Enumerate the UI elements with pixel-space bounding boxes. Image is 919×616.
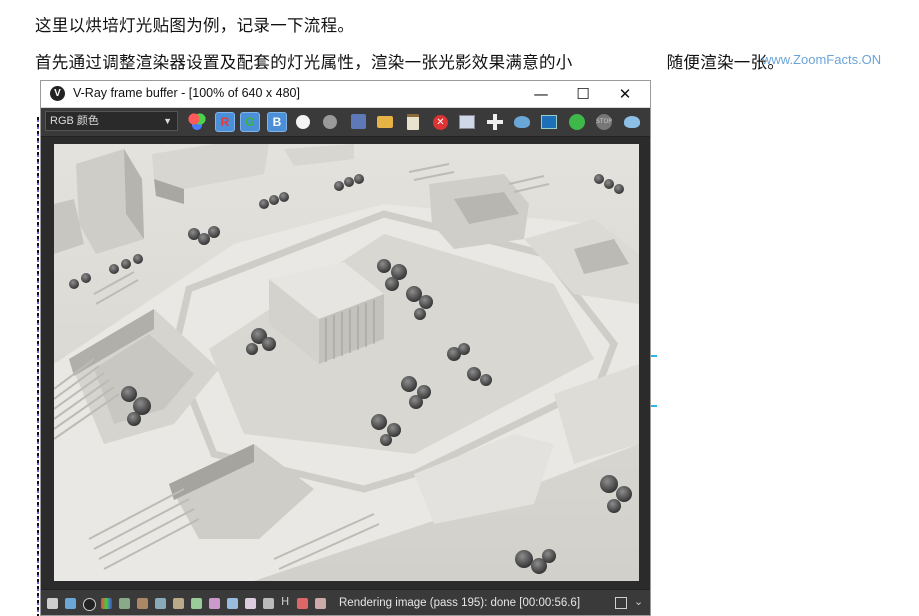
lut-icon[interactable] xyxy=(209,598,220,609)
rendered-architecture-image xyxy=(54,144,639,581)
compare-icon[interactable] xyxy=(263,598,274,609)
save-image-icon[interactable] xyxy=(351,114,366,129)
histogram-h-icon[interactable]: H xyxy=(281,595,292,608)
window-toggle-icon[interactable] xyxy=(615,597,627,609)
clear-image-icon[interactable]: ✕ xyxy=(433,115,448,130)
history-icon[interactable] xyxy=(47,598,58,609)
stop-render-icon[interactable]: STOP xyxy=(596,114,612,130)
watermark: www.ZoomFacts.ON xyxy=(762,52,882,67)
lens-icon[interactable] xyxy=(65,598,76,609)
maximize-button[interactable]: ☐ xyxy=(563,81,603,107)
render-teapot-icon[interactable] xyxy=(624,116,640,128)
info-icon[interactable] xyxy=(83,598,96,611)
title-bar[interactable]: V V-Ray frame buffer - [100% of 640 x 48… xyxy=(41,81,650,108)
duplicate-to-mtl-editor-icon[interactable] xyxy=(459,115,475,129)
vray-logo-icon: V xyxy=(50,86,65,101)
channel-select[interactable]: RGB 颜色 ▼ xyxy=(45,111,178,131)
channel-select-value: RGB 颜色 xyxy=(50,115,99,127)
left-edge-artifact xyxy=(37,117,39,616)
article-paragraph-2: 首先通过调整渲染器设置及配套的灯光属性，渲染一张光影效果满意的小 随便渲染一张。 xyxy=(35,49,784,73)
pixel-info-icon[interactable] xyxy=(315,598,326,609)
ocio-icon[interactable] xyxy=(227,598,238,609)
green-channel-button[interactable]: G xyxy=(240,112,260,132)
track-mouse-icon[interactable] xyxy=(487,114,503,130)
article-paragraph-1: 这里以烘培灯光贴图为例，记录一下流程。 xyxy=(35,16,355,35)
render-region-teapot-icon[interactable] xyxy=(514,116,530,128)
white-balance-icon[interactable] xyxy=(173,598,184,609)
stamp-icon[interactable] xyxy=(245,598,256,609)
vray-frame-buffer-window: V V-Ray frame buffer - [100% of 640 x 48… xyxy=(40,80,651,616)
chevron-down-icon: ▼ xyxy=(163,116,172,126)
rgb-channels-icon[interactable] xyxy=(187,112,207,132)
copy-to-clipboard-icon[interactable] xyxy=(407,114,419,130)
levels-icon[interactable] xyxy=(119,598,130,609)
view-alpha-white-icon[interactable] xyxy=(296,115,310,129)
lens-effects-icon[interactable] xyxy=(541,115,557,129)
vfb-status-bar: H Rendering image (pass 195): done [00:0… xyxy=(41,589,650,615)
paragraph-2-text: 首先通过调整渲染器设置及配套的灯光属性，渲染一张光影效果满意的小 xyxy=(35,53,573,72)
color-correction-icon[interactable] xyxy=(101,598,112,609)
close-button[interactable]: ✕ xyxy=(605,81,645,107)
minimize-button[interactable]: — xyxy=(521,81,561,107)
render-status-text: Rendering image (pass 195): done [00:00:… xyxy=(339,597,581,609)
vfb-toolbar: RGB 颜色 ▼ R G B ✕ STOP xyxy=(41,108,650,137)
ab-compare-icon[interactable] xyxy=(297,598,308,609)
monochrome-mode-icon[interactable] xyxy=(323,115,337,129)
render-viewport[interactable] xyxy=(54,144,639,581)
red-channel-button[interactable]: R xyxy=(215,112,235,132)
load-image-folder-icon[interactable] xyxy=(377,116,393,128)
hsl-icon[interactable] xyxy=(191,598,202,609)
chevron-down-icon[interactable]: ⌄ xyxy=(634,595,643,608)
exposure-icon[interactable] xyxy=(155,598,166,609)
render-play-icon[interactable] xyxy=(569,114,585,130)
right-edge-artifact xyxy=(651,350,657,420)
curves-icon[interactable] xyxy=(137,598,148,609)
window-title: V-Ray frame buffer - [100% of 640 x 480] xyxy=(73,86,300,100)
blue-channel-button[interactable]: B xyxy=(267,112,287,132)
